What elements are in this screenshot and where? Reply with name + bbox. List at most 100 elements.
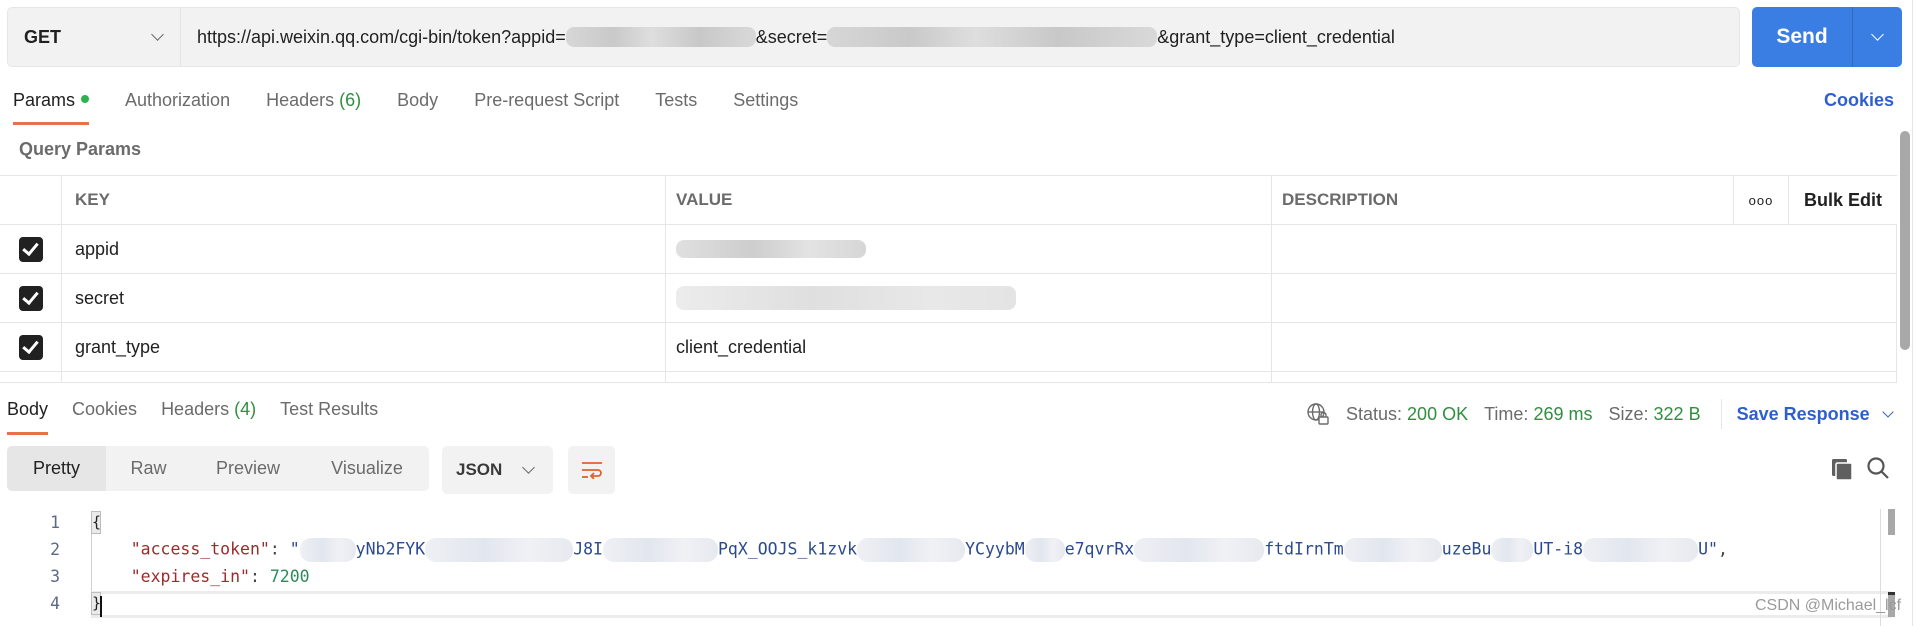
- token-fragment: PqX_OOJS_k1zvk: [718, 539, 858, 558]
- wrap-lines-button[interactable]: [568, 446, 615, 494]
- search-icon[interactable]: [1866, 456, 1890, 480]
- table-row: secret: [0, 273, 1897, 322]
- param-key[interactable]: secret: [62, 274, 666, 322]
- colon: :: [249, 567, 270, 586]
- send-options-button[interactable]: [1853, 7, 1902, 67]
- checkbox-checked[interactable]: [18, 236, 43, 262]
- param-value[interactable]: client_credential: [666, 323, 1272, 371]
- param-description[interactable]: [1272, 274, 1897, 322]
- view-raw-button[interactable]: Raw: [106, 446, 191, 491]
- code-line: 2 "access_token": " yNb2FYK J8I PqX_OOJS_k1…: [0, 536, 1890, 563]
- send-button-group: Send: [1752, 7, 1902, 67]
- row-check-cell: [0, 225, 62, 273]
- tab-test-results[interactable]: Test Results: [280, 399, 378, 420]
- redacted: [1583, 537, 1699, 562]
- tab-params[interactable]: Params: [13, 90, 90, 126]
- access-token-line: "access_token": " yNb2FYK J8I PqX_OOJS_k1zv…: [91, 537, 1728, 562]
- code-line: 1 {: [0, 509, 1890, 536]
- param-value[interactable]: [666, 225, 1272, 273]
- token-fragment: UT-i8: [1533, 539, 1584, 558]
- chevron-down-icon: [522, 461, 535, 474]
- more-options-icon[interactable]: ooo: [1734, 176, 1789, 224]
- copy-icon[interactable]: [1830, 457, 1854, 481]
- tab-pre-request-script[interactable]: Pre-request Script: [474, 90, 619, 126]
- tab-label: Body: [7, 399, 49, 419]
- divider: [1720, 399, 1722, 429]
- line-number: 3: [50, 567, 60, 586]
- table-row-empty: [0, 371, 1897, 383]
- column-header-key: KEY: [62, 176, 666, 224]
- param-key[interactable]: grant_type: [62, 323, 666, 371]
- redacted: [603, 537, 718, 562]
- size-value: 322 B: [1653, 403, 1701, 424]
- method-select[interactable]: GET: [8, 8, 181, 66]
- token-fragment: ftdIrnTm: [1264, 539, 1344, 558]
- param-description[interactable]: [1272, 225, 1897, 273]
- view-pretty-button[interactable]: Pretty: [7, 446, 106, 491]
- format-select[interactable]: JSON: [442, 446, 553, 494]
- size-label: Size:: [1608, 403, 1649, 424]
- request-tabs: Params Authorization Headers (6) Body Pr…: [13, 90, 834, 126]
- send-button[interactable]: Send: [1752, 7, 1853, 67]
- tab-label: Authorization: [125, 90, 231, 110]
- code-scrollbar-thumb[interactable]: [1888, 509, 1895, 535]
- new-value-cell[interactable]: [666, 372, 1272, 382]
- view-preview-button[interactable]: Preview: [191, 446, 305, 491]
- headers-count: (4): [234, 399, 257, 419]
- line-number: 1: [50, 513, 60, 532]
- query-params-table: KEY VALUE DESCRIPTION ooo Bulk Edit appi…: [0, 175, 1897, 383]
- params-scrollbar[interactable]: [1900, 131, 1910, 350]
- tab-response-cookies[interactable]: Cookies: [72, 399, 137, 420]
- tab-authorization[interactable]: Authorization: [125, 90, 230, 126]
- checkbox-checked[interactable]: [18, 285, 43, 311]
- status-label: Status:: [1346, 403, 1403, 424]
- token-fragment: YCyybM: [965, 539, 1025, 558]
- param-key[interactable]: appid: [62, 225, 666, 273]
- text-cursor: [100, 596, 102, 617]
- table-row: grant_type client_credential: [0, 322, 1897, 371]
- tab-settings[interactable]: Settings: [733, 90, 798, 126]
- redacted-secret: [827, 27, 1158, 47]
- json-key: "expires_in": [130, 567, 250, 586]
- url-input[interactable]: https://api.weixin.qq.com/cgi-bin/token?…: [181, 8, 1739, 66]
- json-key: "access_token": [130, 539, 270, 558]
- response-code-view[interactable]: 1 { 2 "access_token": " yNb2FYK J8I PqX_OOJ…: [0, 509, 1890, 617]
- time-readout[interactable]: Time: 269 ms: [1484, 404, 1592, 425]
- size-readout[interactable]: Size: 322 B: [1608, 404, 1700, 425]
- bulk-edit-button[interactable]: Bulk Edit: [1789, 176, 1897, 224]
- chevron-down-icon: [151, 28, 164, 41]
- tab-label: Test Results: [280, 399, 379, 419]
- param-description[interactable]: [1272, 323, 1897, 371]
- param-value[interactable]: [666, 274, 1272, 322]
- url-base: https://api.weixin.qq.com/cgi-bin/token?…: [197, 26, 566, 47]
- tab-response-headers[interactable]: Headers (4): [161, 399, 256, 420]
- tab-headers[interactable]: Headers (6): [266, 90, 361, 126]
- status-readout[interactable]: Status: 200 OK: [1346, 404, 1468, 425]
- method-label: GET: [24, 26, 62, 47]
- checkbox-checked[interactable]: [18, 334, 43, 360]
- view-mode-segmented: Pretty Raw Preview Visualize: [7, 446, 429, 491]
- new-key-cell[interactable]: [62, 372, 666, 382]
- redacted: [857, 537, 966, 562]
- tab-label: Params: [13, 90, 76, 110]
- tab-body[interactable]: Body: [397, 90, 438, 126]
- token-fragment: uzeBu: [1441, 539, 1492, 558]
- line-number: 2: [50, 540, 60, 559]
- table-row: appid: [0, 224, 1897, 273]
- redacted: [1024, 537, 1065, 562]
- view-visualize-button[interactable]: Visualize: [305, 446, 429, 491]
- globe-lock-icon[interactable]: [1306, 402, 1330, 426]
- tab-response-body[interactable]: Body: [7, 399, 49, 435]
- cookies-link[interactable]: Cookies: [1824, 90, 1894, 111]
- tab-tests[interactable]: Tests: [655, 90, 697, 126]
- new-description-cell[interactable]: [1272, 372, 1897, 382]
- active-dot-icon: [81, 95, 90, 103]
- token-fragment: e7qvrRx: [1064, 539, 1135, 558]
- row-check-cell: [0, 274, 62, 322]
- chevron-down-icon: [1881, 405, 1894, 418]
- token-fragment: ": [289, 539, 300, 558]
- save-response-button[interactable]: Save Response: [1737, 404, 1894, 425]
- wrap-lines-icon: [581, 462, 602, 479]
- tab-label: Settings: [733, 90, 799, 110]
- table-header-row: KEY VALUE DESCRIPTION ooo Bulk Edit: [0, 175, 1897, 224]
